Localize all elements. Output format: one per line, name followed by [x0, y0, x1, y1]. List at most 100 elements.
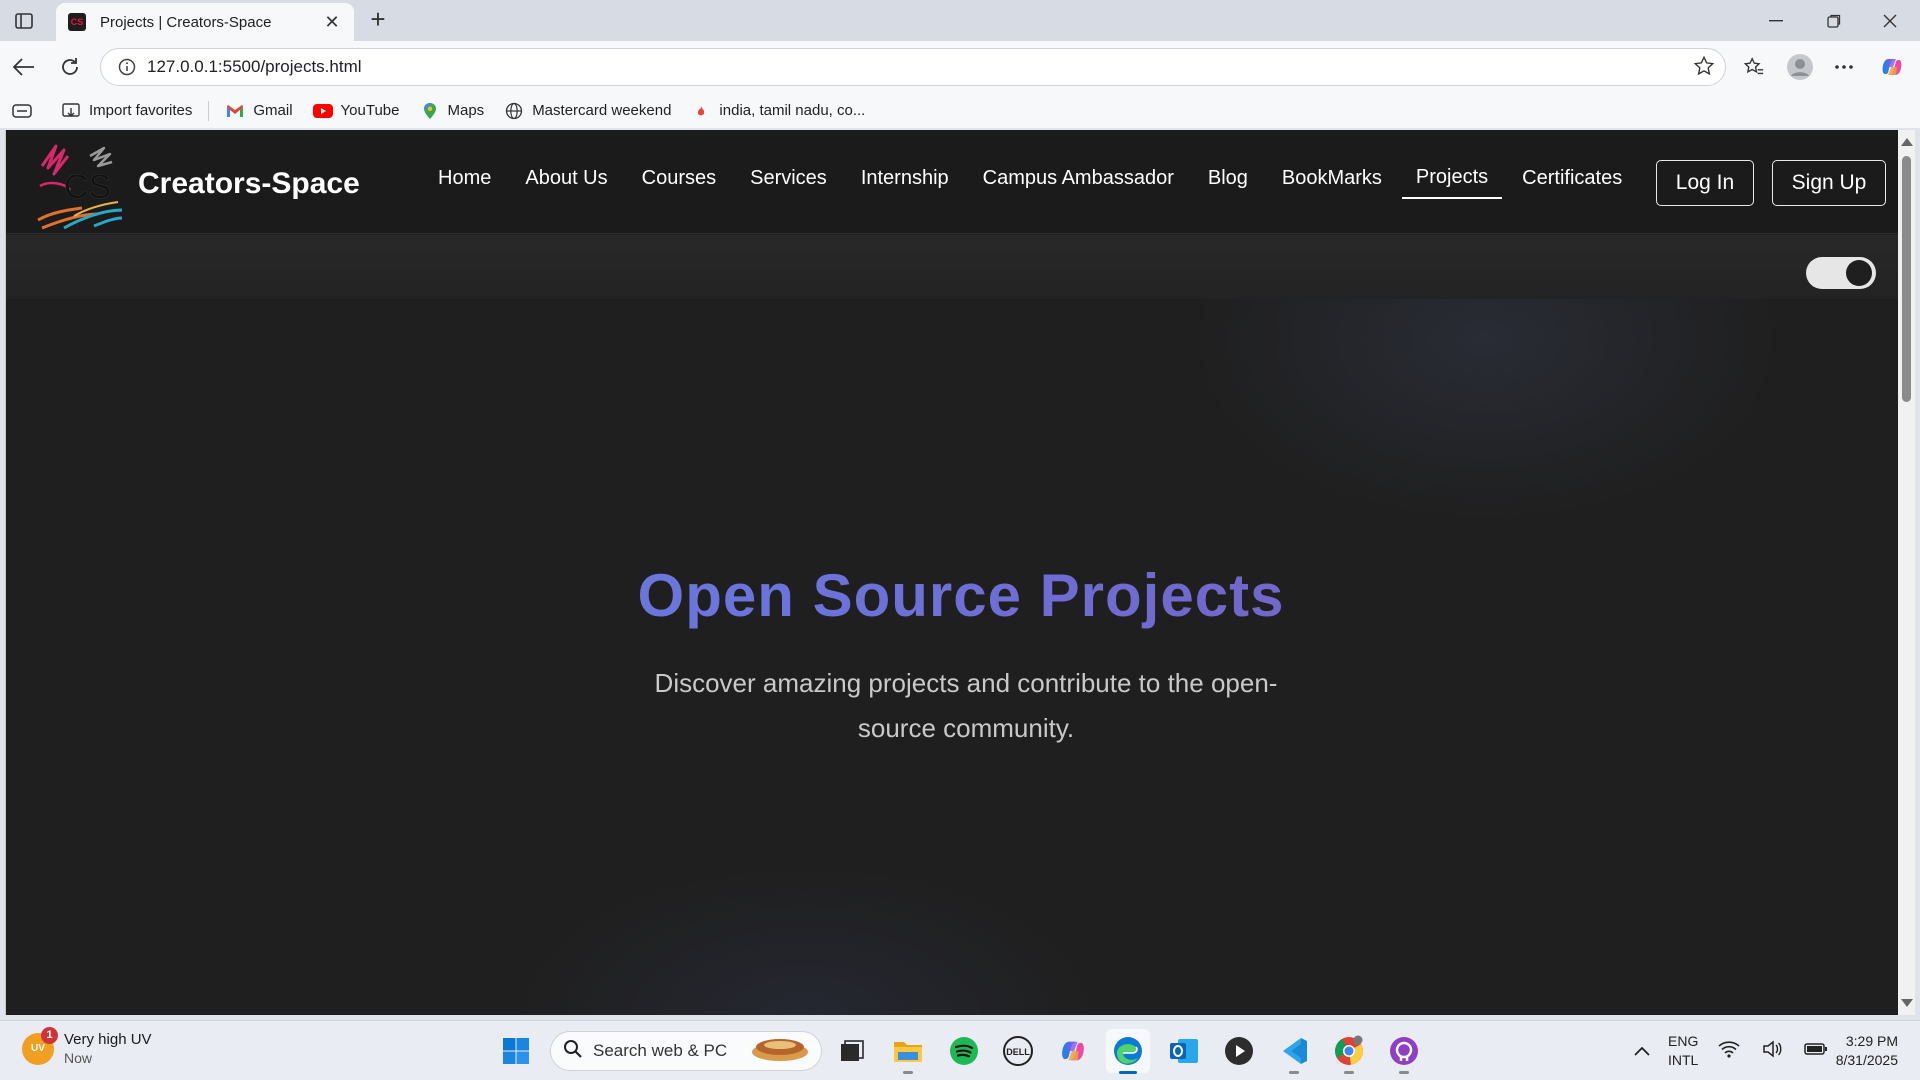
running-indicator [1344, 1071, 1354, 1074]
bookmark-maps[interactable]: Maps [410, 97, 495, 125]
favorite-star-icon[interactable] [1693, 55, 1715, 82]
nav-services[interactable]: Services [736, 159, 841, 198]
bookmark-mastercard-weekend[interactable]: Mastercard weekend [494, 97, 681, 125]
bookmark-divider [208, 100, 210, 121]
flame-icon [691, 101, 711, 121]
tab-title: Projects | Creators-Space [100, 13, 272, 31]
login-button[interactable]: Log In [1656, 160, 1754, 206]
bookmark-india-tamil-nadu[interactable]: india, tamil nadu, co... [681, 97, 875, 125]
tab-strip: CS Projects | Creators-Space ✕ + [0, 0, 1920, 41]
title-word: Open [637, 562, 795, 629]
url-text: 127.0.0.1:5500/projects.html [147, 57, 362, 76]
clock-time: 3:29 PM [1845, 1033, 1898, 1049]
theme-bar [6, 235, 1898, 299]
nav-links: Home About Us Courses Services Internshi… [424, 158, 1642, 199]
page-scrollbar[interactable] [1898, 130, 1915, 1015]
media-player-icon[interactable] [1221, 1033, 1257, 1069]
brand-link[interactable]: CS Creators-Space [34, 136, 360, 232]
site-navbar: CS Creators-Space Home About Us Courses … [6, 130, 1898, 234]
copilot-icon[interactable] [1876, 51, 1908, 83]
nav-home[interactable]: Home [424, 159, 505, 198]
minimize-icon[interactable] [1748, 0, 1804, 41]
taskbar-search[interactable]: Search web & PC [550, 1031, 822, 1071]
theme-toggle[interactable] [1806, 257, 1876, 289]
edge-browser-icon[interactable] [1106, 1029, 1150, 1074]
globe-icon [504, 101, 524, 121]
restore-icon[interactable] [1806, 0, 1862, 41]
copilot-app-icon[interactable] [1055, 1033, 1091, 1069]
clock[interactable]: 3:29 PM 8/31/2025 [1822, 1032, 1898, 1070]
reload-icon[interactable] [54, 51, 86, 83]
subtitle-line: source community. [857, 713, 1075, 743]
profile-avatar-icon[interactable] [1784, 51, 1816, 83]
site-favicon-icon: CS [68, 13, 86, 31]
lang-layout: INTL [1668, 1052, 1699, 1068]
bookmark-youtube[interactable]: YouTube [303, 97, 410, 125]
dell-icon[interactable]: DELL [1000, 1033, 1036, 1069]
running-indicator [1119, 1071, 1137, 1074]
windows-start-icon[interactable] [498, 1033, 534, 1069]
brand-name: Creators-Space [138, 167, 360, 200]
brand-logo-icon: CS [34, 136, 136, 232]
title-word: Projects [1039, 562, 1285, 629]
svg-text:DELL: DELL [1006, 1047, 1030, 1057]
svg-text:CS: CS [64, 168, 111, 206]
signup-button[interactable]: Sign Up [1772, 160, 1886, 206]
address-bar[interactable]: 127.0.0.1:5500/projects.html [100, 48, 1726, 86]
nav-certificates[interactable]: Certificates [1508, 159, 1636, 198]
site-info-icon[interactable] [107, 58, 147, 76]
nav-blog[interactable]: Blog [1194, 159, 1262, 198]
bookmark-label: YouTube [340, 102, 400, 119]
chrome-icon[interactable] [1331, 1033, 1367, 1074]
scroll-down-icon[interactable] [1901, 999, 1913, 1007]
lang-code: ENG [1668, 1033, 1699, 1049]
favorites-icon[interactable] [1738, 51, 1770, 83]
hero-section: Open Source Projects Discover amazing pr… [6, 299, 1898, 1015]
input-language[interactable]: ENG INTL [1668, 1032, 1698, 1070]
uv-sun-icon: UV 1 [22, 1026, 58, 1065]
spotify-icon[interactable] [946, 1033, 982, 1069]
running-indicator [1399, 1071, 1409, 1074]
maps-icon [420, 101, 440, 121]
scroll-up-icon[interactable] [1901, 138, 1913, 146]
system-tray[interactable] [1718, 1033, 1828, 1069]
file-explorer-icon[interactable] [890, 1033, 926, 1074]
search-placeholder: Search web & PC [593, 1041, 728, 1060]
tab-actions-icon[interactable] [10, 8, 38, 34]
running-indicator [903, 1071, 913, 1074]
nav-projects[interactable]: Projects [1401, 158, 1503, 199]
close-tab-icon[interactable]: ✕ [322, 12, 342, 33]
task-view-icon[interactable] [834, 1033, 870, 1069]
new-tab-icon[interactable]: + [364, 6, 392, 34]
scroll-thumb[interactable] [1902, 156, 1911, 402]
search-icon [563, 1039, 583, 1064]
close-window-icon[interactable] [1862, 0, 1918, 41]
show-hidden-icons-icon[interactable] [1624, 1033, 1660, 1069]
bookmark-label: Import favorites [89, 102, 193, 119]
weather-widget[interactable]: UV 1 Very high UV Now [22, 1026, 152, 1066]
nav-internship[interactable]: Internship [847, 159, 963, 198]
github-desktop-icon[interactable] [1386, 1033, 1422, 1074]
subtitle-line: Discover amazing projects and contribute… [654, 668, 1278, 698]
more-options-icon[interactable] [1828, 51, 1860, 83]
toggle-knob [1846, 260, 1872, 286]
bookmarks-bar: Import favorites Gmail YouTube Maps Mast… [0, 93, 1920, 129]
page-viewport: CS Creators-Space Home About Us Courses … [5, 130, 1898, 1015]
nav-about-us[interactable]: About Us [511, 159, 621, 198]
back-icon[interactable] [8, 51, 40, 83]
bookmark-import-favorites[interactable]: Import favorites [51, 97, 202, 125]
nav-courses[interactable]: Courses [628, 159, 730, 198]
hero-subtitle: Discover amazing projects and contribute… [616, 661, 1316, 751]
search-highlight-icon [749, 1034, 811, 1069]
wifi-icon [1718, 1040, 1740, 1063]
nav-bookmarks[interactable]: BookMarks [1268, 159, 1396, 198]
outlook-icon[interactable] [1166, 1033, 1202, 1069]
browser-tab[interactable]: CS Projects | Creators-Space ✕ [56, 3, 354, 41]
nav-campus-ambassador[interactable]: Campus Ambassador [969, 159, 1188, 198]
title-word: Source [812, 562, 1022, 629]
tab-sidebar-icon[interactable] [0, 97, 42, 125]
bookmark-gmail[interactable]: Gmail [215, 97, 302, 125]
bookmark-divider [44, 101, 45, 121]
vscode-icon[interactable] [1276, 1033, 1312, 1074]
weather-title: Very high UV [64, 1031, 152, 1048]
